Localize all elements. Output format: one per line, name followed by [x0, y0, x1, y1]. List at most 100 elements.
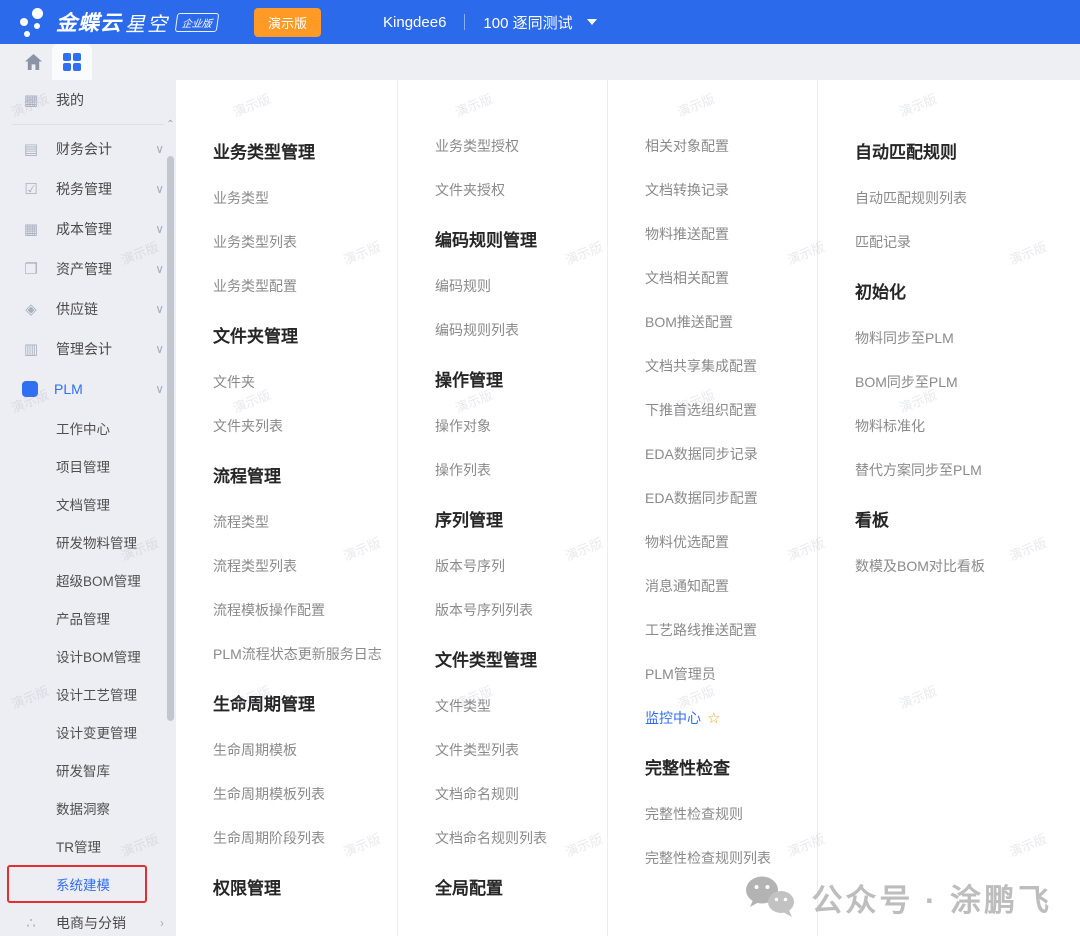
menu-link[interactable]: 自动匹配规则列表: [855, 176, 1080, 220]
menu-link[interactable]: 流程类型: [213, 500, 397, 544]
sidebar-scrollbar-thumb[interactable]: [167, 156, 174, 721]
sidebar-group-supply-chain-icon[interactable]: ◈供应链∨: [0, 289, 176, 329]
home-tab[interactable]: [14, 44, 52, 80]
sidebar-subitem[interactable]: 研发智库: [0, 751, 176, 789]
sidebar-subitem-label: 项目管理: [56, 456, 110, 476]
sidebar-subitem[interactable]: TR管理: [0, 827, 176, 865]
menu-link[interactable]: 业务类型: [213, 176, 397, 220]
menu-link[interactable]: 文档命名规则: [435, 772, 607, 816]
sidebar-subitem[interactable]: 设计变更管理: [0, 713, 176, 751]
chevron-down-icon[interactable]: ∨: [155, 262, 164, 276]
menu-link[interactable]: 版本号序列: [435, 544, 607, 588]
menu-link[interactable]: 完整性检查规则: [645, 792, 817, 836]
menu-link[interactable]: 文档共享集成配置: [645, 344, 817, 388]
menu-link[interactable]: 生命周期阶段列表: [213, 816, 397, 860]
menu-link[interactable]: 数模及BOM对比看板: [855, 544, 1080, 588]
menu-link[interactable]: 编码规则: [435, 264, 607, 308]
chevron-down-icon[interactable]: ∨: [155, 342, 164, 356]
header-divider: [464, 14, 465, 30]
sidebar-subitem[interactable]: 工作中心: [0, 409, 176, 447]
all-apps-tab[interactable]: [52, 44, 92, 80]
chevron-right-icon[interactable]: ›: [160, 916, 164, 930]
menu-link[interactable]: 业务类型配置: [213, 264, 397, 308]
sidebar-scrollbar[interactable]: ⌃: [166, 120, 175, 936]
menu-link[interactable]: 下推首选组织配置: [645, 388, 817, 432]
chevron-down-icon[interactable]: ∨: [155, 222, 164, 236]
org-dropdown-caret-icon[interactable]: [587, 19, 597, 25]
menu-link[interactable]: 文档转换记录: [645, 168, 817, 212]
sidebar-subitem[interactable]: 超级BOM管理: [0, 561, 176, 599]
sidebar-group-asset-icon[interactable]: ❐资产管理∨: [0, 249, 176, 289]
menu-link[interactable]: PLM管理员: [645, 652, 817, 696]
menu-link[interactable]: 替代方案同步至PLM: [855, 448, 1080, 492]
menu-link[interactable]: 文档命名规则列表: [435, 816, 607, 860]
sidebar-group-cost-icon[interactable]: ▦成本管理∨: [0, 209, 176, 249]
menu-section-title: 文件类型管理: [435, 632, 607, 684]
chevron-down-icon[interactable]: ∨: [155, 382, 164, 396]
menu-link[interactable]: 文件夹列表: [213, 404, 397, 448]
demo-version-badge[interactable]: 演示版: [254, 8, 321, 37]
menu-link[interactable]: BOM推送配置: [645, 300, 817, 344]
menu-link[interactable]: 物料推送配置: [645, 212, 817, 256]
menu-link[interactable]: 文件类型: [435, 684, 607, 728]
chevron-down-icon[interactable]: ∨: [155, 182, 164, 196]
menu-link[interactable]: EDA数据同步配置: [645, 476, 817, 520]
menu-link-favorite[interactable]: 监控中心☆: [645, 696, 817, 740]
menu-link[interactable]: 相关对象配置: [645, 124, 817, 168]
sidebar-subitem[interactable]: 研发物料管理: [0, 523, 176, 561]
brand-subname: 星空: [125, 8, 169, 37]
sidebar-group-finance-icon[interactable]: ▤财务会计∨: [0, 129, 176, 169]
menu-section-title: 完整性检查: [645, 740, 817, 792]
menu-link[interactable]: PLM流程状态更新服务日志: [213, 632, 397, 676]
sidebar-group-label: PLM: [54, 381, 155, 397]
account-name[interactable]: Kingdee6: [383, 14, 446, 31]
favorite-star-icon[interactable]: ☆: [707, 709, 720, 727]
sidebar-group-tax-icon[interactable]: ☑税务管理∨: [0, 169, 176, 209]
menu-link[interactable]: 消息通知配置: [645, 564, 817, 608]
menu-link[interactable]: 业务类型列表: [213, 220, 397, 264]
menu-link[interactable]: 物料同步至PLM: [855, 316, 1080, 360]
chevron-down-icon[interactable]: ∨: [155, 142, 164, 156]
asset-icon: ❐: [22, 260, 40, 278]
sidebar-subitem[interactable]: 设计BOM管理: [0, 637, 176, 675]
menu-section-title: 自动匹配规则: [855, 124, 1080, 176]
menu-link[interactable]: 版本号序列列表: [435, 588, 607, 632]
menu-link[interactable]: 匹配记录: [855, 220, 1080, 264]
sidebar-subitem[interactable]: 设计工艺管理: [0, 675, 176, 713]
menu-link[interactable]: 流程模板操作配置: [213, 588, 397, 632]
scrollbar-up-arrow-icon[interactable]: ⌃: [166, 120, 175, 130]
sidebar-group-management-accounting-icon[interactable]: ▥管理会计∨: [0, 329, 176, 369]
sidebar-subitem[interactable]: 数据洞察: [0, 789, 176, 827]
menu-link[interactable]: 文件类型列表: [435, 728, 607, 772]
sidebar-group-plm-icon[interactable]: PLM∨: [0, 369, 176, 409]
menu-link[interactable]: 操作对象: [435, 404, 607, 448]
menu-link[interactable]: 流程类型列表: [213, 544, 397, 588]
menu-link[interactable]: 物料标准化: [855, 404, 1080, 448]
sidebar-subitem[interactable]: 系统建模: [0, 865, 176, 903]
menu-link[interactable]: EDA数据同步记录: [645, 432, 817, 476]
menu-link[interactable]: 操作列表: [435, 448, 607, 492]
menu-link[interactable]: 生命周期模板: [213, 728, 397, 772]
menu-link[interactable]: 编码规则列表: [435, 308, 607, 352]
sidebar-subitem[interactable]: 文档管理: [0, 485, 176, 523]
management-accounting-icon: ▥: [22, 340, 40, 358]
sidebar-item-my-workbench[interactable]: ▦我的: [0, 80, 176, 120]
menu-link[interactable]: BOM同步至PLM: [855, 360, 1080, 404]
sidebar-subitem[interactable]: 项目管理: [0, 447, 176, 485]
sidebar-menu: ▦我的▤财务会计∨☑税务管理∨▦成本管理∨❐资产管理∨◈供应链∨▥管理会计∨PL…: [0, 80, 176, 936]
menu-link[interactable]: 生命周期模板列表: [213, 772, 397, 816]
sidebar-subitem-label: 数据洞察: [56, 798, 110, 818]
sidebar-group-label: 税务管理: [56, 179, 155, 199]
organization-name[interactable]: 100 逐同测试: [483, 12, 572, 33]
menu-link[interactable]: 工艺路线推送配置: [645, 608, 817, 652]
menu-link[interactable]: 完整性检查规则列表: [645, 836, 817, 880]
sidebar-group-ecommerce-icon[interactable]: ∴电商与分销›: [0, 903, 176, 936]
menu-link[interactable]: 业务类型授权: [435, 124, 607, 168]
sidebar-subitem[interactable]: 产品管理: [0, 599, 176, 637]
chevron-down-icon[interactable]: ∨: [155, 302, 164, 316]
menu-link[interactable]: 文档相关配置: [645, 256, 817, 300]
menu-link[interactable]: 文件夹: [213, 360, 397, 404]
sidebar-group-label: 电商与分销: [56, 913, 160, 933]
menu-link[interactable]: 物料优选配置: [645, 520, 817, 564]
menu-link[interactable]: 文件夹授权: [435, 168, 607, 212]
